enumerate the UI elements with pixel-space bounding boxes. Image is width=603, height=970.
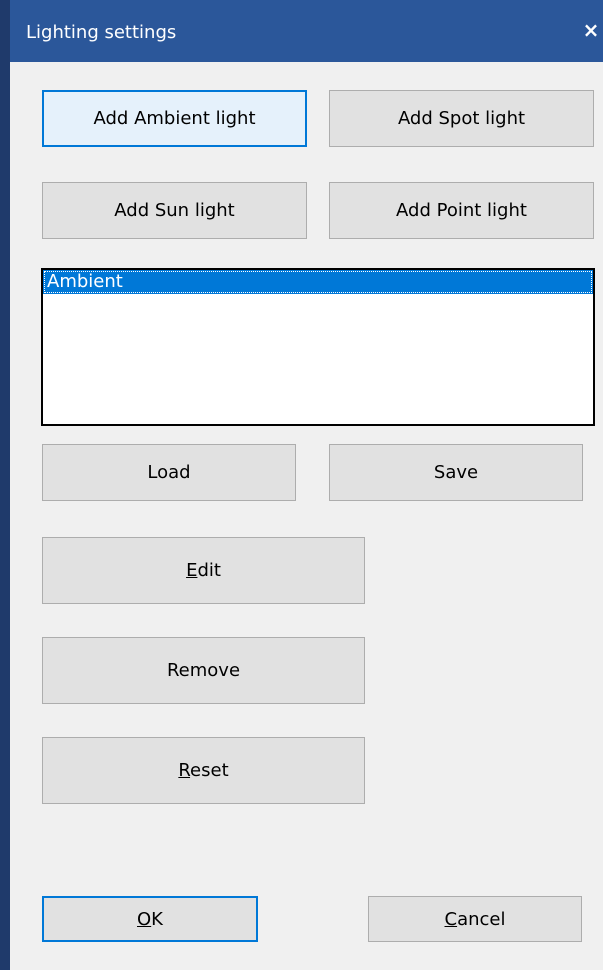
window-title: Lighting settings — [26, 22, 177, 43]
cancel-label: Cancel — [445, 909, 506, 930]
ok-label-rest: K — [151, 908, 163, 930]
add-spot-light-button[interactable]: Add Spot light — [329, 90, 594, 147]
lighting-settings-dialog: Lighting settings × Add Ambient light Ad… — [0, 0, 603, 970]
ok-label: OK — [137, 909, 163, 930]
load-label: Load — [147, 462, 191, 483]
edit-mnemonic: E — [186, 560, 198, 581]
add-spot-light-label: Add Spot light — [397, 108, 526, 129]
cancel-button[interactable]: Cancel — [368, 896, 582, 942]
save-button[interactable]: Save — [329, 444, 583, 501]
edit-label-rest: dit — [197, 560, 221, 581]
add-ambient-light-label: Add Ambient light — [93, 108, 256, 129]
list-item-ambient[interactable]: Ambient — [43, 270, 593, 294]
reset-label: Reset — [178, 760, 228, 781]
remove-button[interactable]: Remove — [42, 637, 365, 704]
title-bar[interactable]: Lighting settings × — [10, 0, 603, 62]
ok-mnemonic: O — [137, 908, 152, 930]
list-item-label: Ambient — [47, 271, 123, 292]
add-point-light-label: Add Point light — [396, 200, 527, 221]
load-button[interactable]: Load — [42, 444, 296, 501]
reset-button[interactable]: Reset — [42, 737, 365, 804]
add-ambient-light-button[interactable]: Add Ambient light — [42, 90, 307, 147]
close-icon[interactable]: × — [579, 14, 603, 46]
ok-button[interactable]: OK — [42, 896, 258, 942]
reset-mnemonic: R — [178, 760, 191, 781]
edit-label: Edit — [186, 560, 221, 581]
cancel-label-rest: ancel — [457, 908, 506, 930]
lights-listbox[interactable]: Ambient — [41, 268, 595, 426]
add-point-light-button[interactable]: Add Point light — [329, 182, 594, 239]
reset-label-rest: eset — [190, 760, 229, 781]
edit-button[interactable]: Edit — [42, 537, 365, 604]
cancel-mnemonic: C — [444, 908, 458, 930]
add-sun-light-button[interactable]: Add Sun light — [42, 182, 307, 239]
remove-label: Remove — [166, 660, 241, 681]
add-sun-light-label: Add Sun light — [114, 200, 235, 221]
save-label: Save — [433, 462, 479, 483]
